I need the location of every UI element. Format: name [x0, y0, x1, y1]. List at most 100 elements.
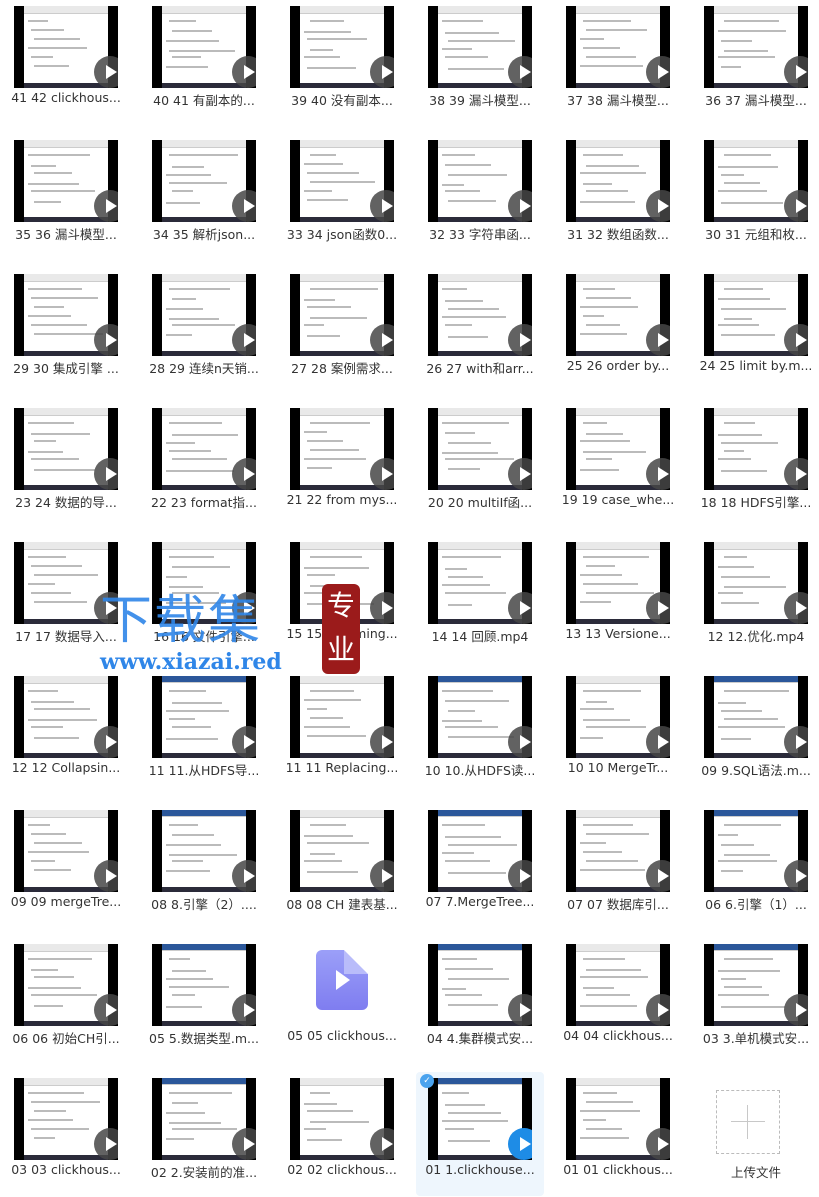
file-item[interactable]: 09 9.SQL语法.m... [692, 670, 819, 794]
file-item[interactable]: 12 12.优化.mp4 [692, 536, 819, 660]
file-item[interactable]: 19 19 case_whe... [554, 402, 682, 526]
play-icon[interactable] [94, 994, 118, 1026]
file-item[interactable]: 41 42 clickhous... [2, 0, 130, 124]
file-item[interactable]: 07 07 数据库引... [554, 804, 682, 928]
play-icon[interactable] [646, 324, 670, 356]
play-icon[interactable] [646, 1128, 670, 1160]
play-icon[interactable] [508, 190, 532, 222]
file-item[interactable]: 21 22 from mys... [278, 402, 406, 526]
file-item[interactable]: 05 05 clickhous... [278, 938, 406, 1062]
play-icon[interactable] [94, 190, 118, 222]
play-icon[interactable] [94, 458, 118, 490]
play-icon[interactable] [784, 458, 808, 490]
play-icon[interactable] [784, 324, 808, 356]
file-item[interactable]: 04 4.集群模式安... [416, 938, 544, 1062]
file-item[interactable]: 10 10 MergeTr... [554, 670, 682, 794]
play-icon[interactable] [370, 458, 394, 490]
play-icon[interactable] [232, 592, 256, 624]
file-item[interactable]: 08 8.引擎（2）.... [140, 804, 268, 928]
file-item[interactable]: 20 20 multiIf函... [416, 402, 544, 526]
file-item[interactable]: 09 09 mergeTre... [2, 804, 130, 928]
play-icon[interactable] [370, 860, 394, 892]
play-icon[interactable] [232, 190, 256, 222]
file-item[interactable]: 04 04 clickhous... [554, 938, 682, 1062]
play-icon[interactable] [232, 458, 256, 490]
file-item[interactable]: 17 17 数据导入... [2, 536, 130, 660]
play-icon[interactable] [370, 190, 394, 222]
file-item[interactable]: 10 10.从HDFS读... [416, 670, 544, 794]
checkmark-icon[interactable]: ✓ [420, 1074, 434, 1088]
play-icon[interactable] [784, 190, 808, 222]
play-icon[interactable] [784, 726, 808, 758]
file-item[interactable]: 06 06 初始CH引... [2, 938, 130, 1062]
play-icon[interactable] [508, 1128, 532, 1160]
file-item[interactable]: 40 41 有副本的... [140, 0, 268, 124]
play-icon[interactable] [646, 190, 670, 222]
file-item[interactable]: 38 39 漏斗模型... [416, 0, 544, 124]
file-item[interactable]: 11 11.从HDFS导... [140, 670, 268, 794]
play-icon[interactable] [508, 860, 532, 892]
play-icon[interactable] [370, 56, 394, 88]
file-item[interactable]: 36 37 漏斗模型... [692, 0, 819, 124]
file-item[interactable]: 14 14 回顾.mp4 [416, 536, 544, 660]
file-item[interactable]: 26 27 with和arr... [416, 268, 544, 392]
play-icon[interactable] [232, 1128, 256, 1160]
play-icon[interactable] [232, 324, 256, 356]
file-item[interactable]: 06 6.引擎（1）... [692, 804, 819, 928]
file-item[interactable]: 39 40 没有副本... [278, 0, 406, 124]
file-item[interactable]: 23 24 数据的导... [2, 402, 130, 526]
play-icon[interactable] [94, 592, 118, 624]
file-item[interactable]: 33 34 json函数0... [278, 134, 406, 258]
play-icon[interactable] [94, 860, 118, 892]
play-icon[interactable] [94, 1128, 118, 1160]
play-icon[interactable] [232, 860, 256, 892]
play-icon[interactable] [646, 56, 670, 88]
play-icon[interactable] [508, 592, 532, 624]
file-item[interactable]: 03 03 clickhous... [2, 1072, 130, 1196]
file-item[interactable]: 31 32 数组函数... [554, 134, 682, 258]
file-item[interactable]: 08 08 CH 建表基... [278, 804, 406, 928]
play-icon[interactable] [370, 726, 394, 758]
play-icon[interactable] [646, 458, 670, 490]
play-icon[interactable] [94, 726, 118, 758]
file-item[interactable]: 32 33 字符串函... [416, 134, 544, 258]
play-icon[interactable] [784, 592, 808, 624]
play-icon[interactable] [232, 56, 256, 88]
file-item[interactable]: 30 31 元组和枚... [692, 134, 819, 258]
file-item[interactable]: 28 29 连续n天销... [140, 268, 268, 392]
file-item[interactable]: 34 35 解析json... [140, 134, 268, 258]
file-item[interactable]: 29 30 集成引擎 ... [2, 268, 130, 392]
file-item[interactable]: 01 01 clickhous... [554, 1072, 682, 1196]
play-icon[interactable] [784, 56, 808, 88]
file-item[interactable]: 11 11 Replacing... [278, 670, 406, 794]
file-item[interactable]: 12 12 Collapsin... [2, 670, 130, 794]
play-icon[interactable] [508, 458, 532, 490]
file-item[interactable]: 35 36 漏斗模型... [2, 134, 130, 258]
file-item[interactable]: 18 18 HDFS引擎... [692, 402, 819, 526]
plus-icon[interactable] [716, 1090, 780, 1154]
file-item[interactable]: 37 38 漏斗模型... [554, 0, 682, 124]
play-icon[interactable] [508, 726, 532, 758]
play-icon[interactable] [94, 324, 118, 356]
play-icon[interactable] [784, 994, 808, 1026]
play-icon[interactable] [646, 726, 670, 758]
file-item[interactable]: 13 13 Versione... [554, 536, 682, 660]
play-icon[interactable] [508, 56, 532, 88]
file-item[interactable]: 22 23 format指... [140, 402, 268, 526]
play-icon[interactable] [646, 592, 670, 624]
play-icon[interactable] [370, 324, 394, 356]
play-icon[interactable] [370, 592, 394, 624]
play-icon[interactable] [646, 994, 670, 1026]
file-item[interactable]: ✓ 01 1.clickhouse... [416, 1072, 544, 1196]
upload-file-button[interactable]: 上传文件 [692, 1072, 819, 1196]
play-icon[interactable] [508, 994, 532, 1026]
file-item[interactable]: 24 25 limit by.m... [692, 268, 819, 392]
play-icon[interactable] [370, 1128, 394, 1160]
file-item[interactable]: 27 28 案例需求... [278, 268, 406, 392]
play-icon[interactable] [232, 994, 256, 1026]
file-item[interactable]: 03 3.单机模式安... [692, 938, 819, 1062]
play-icon[interactable] [94, 56, 118, 88]
play-icon[interactable] [508, 324, 532, 356]
file-item[interactable]: 07 7.MergeTree... [416, 804, 544, 928]
play-icon[interactable] [646, 860, 670, 892]
